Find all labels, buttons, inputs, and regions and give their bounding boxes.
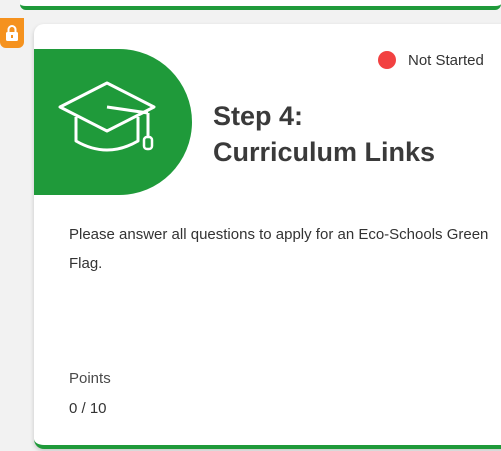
step-title-name: Curriculum Links <box>213 137 436 167</box>
previous-step-card[interactable] <box>20 0 501 10</box>
points-value: 0 / 10 <box>69 400 107 417</box>
points-label: Points <box>69 370 111 387</box>
status-label: Not Started <box>408 51 484 69</box>
lock-badge <box>0 18 24 48</box>
step-description: Please answer all questions to apply for… <box>69 226 489 272</box>
step-title: Step 4: Curriculum Links <box>213 98 435 170</box>
status-indicator: Not Started <box>378 51 484 69</box>
step-icon-banner <box>34 49 192 195</box>
step-card[interactable]: Not Started Step 4: Curriculum Links Ple… <box>34 24 501 449</box>
graduation-cap-icon <box>58 81 156 152</box>
status-dot-icon <box>378 51 396 69</box>
page: Not Started Step 4: Curriculum Links Ple… <box>0 0 501 451</box>
lock-icon <box>6 25 18 41</box>
step-title-number: Step 4: <box>213 101 304 131</box>
